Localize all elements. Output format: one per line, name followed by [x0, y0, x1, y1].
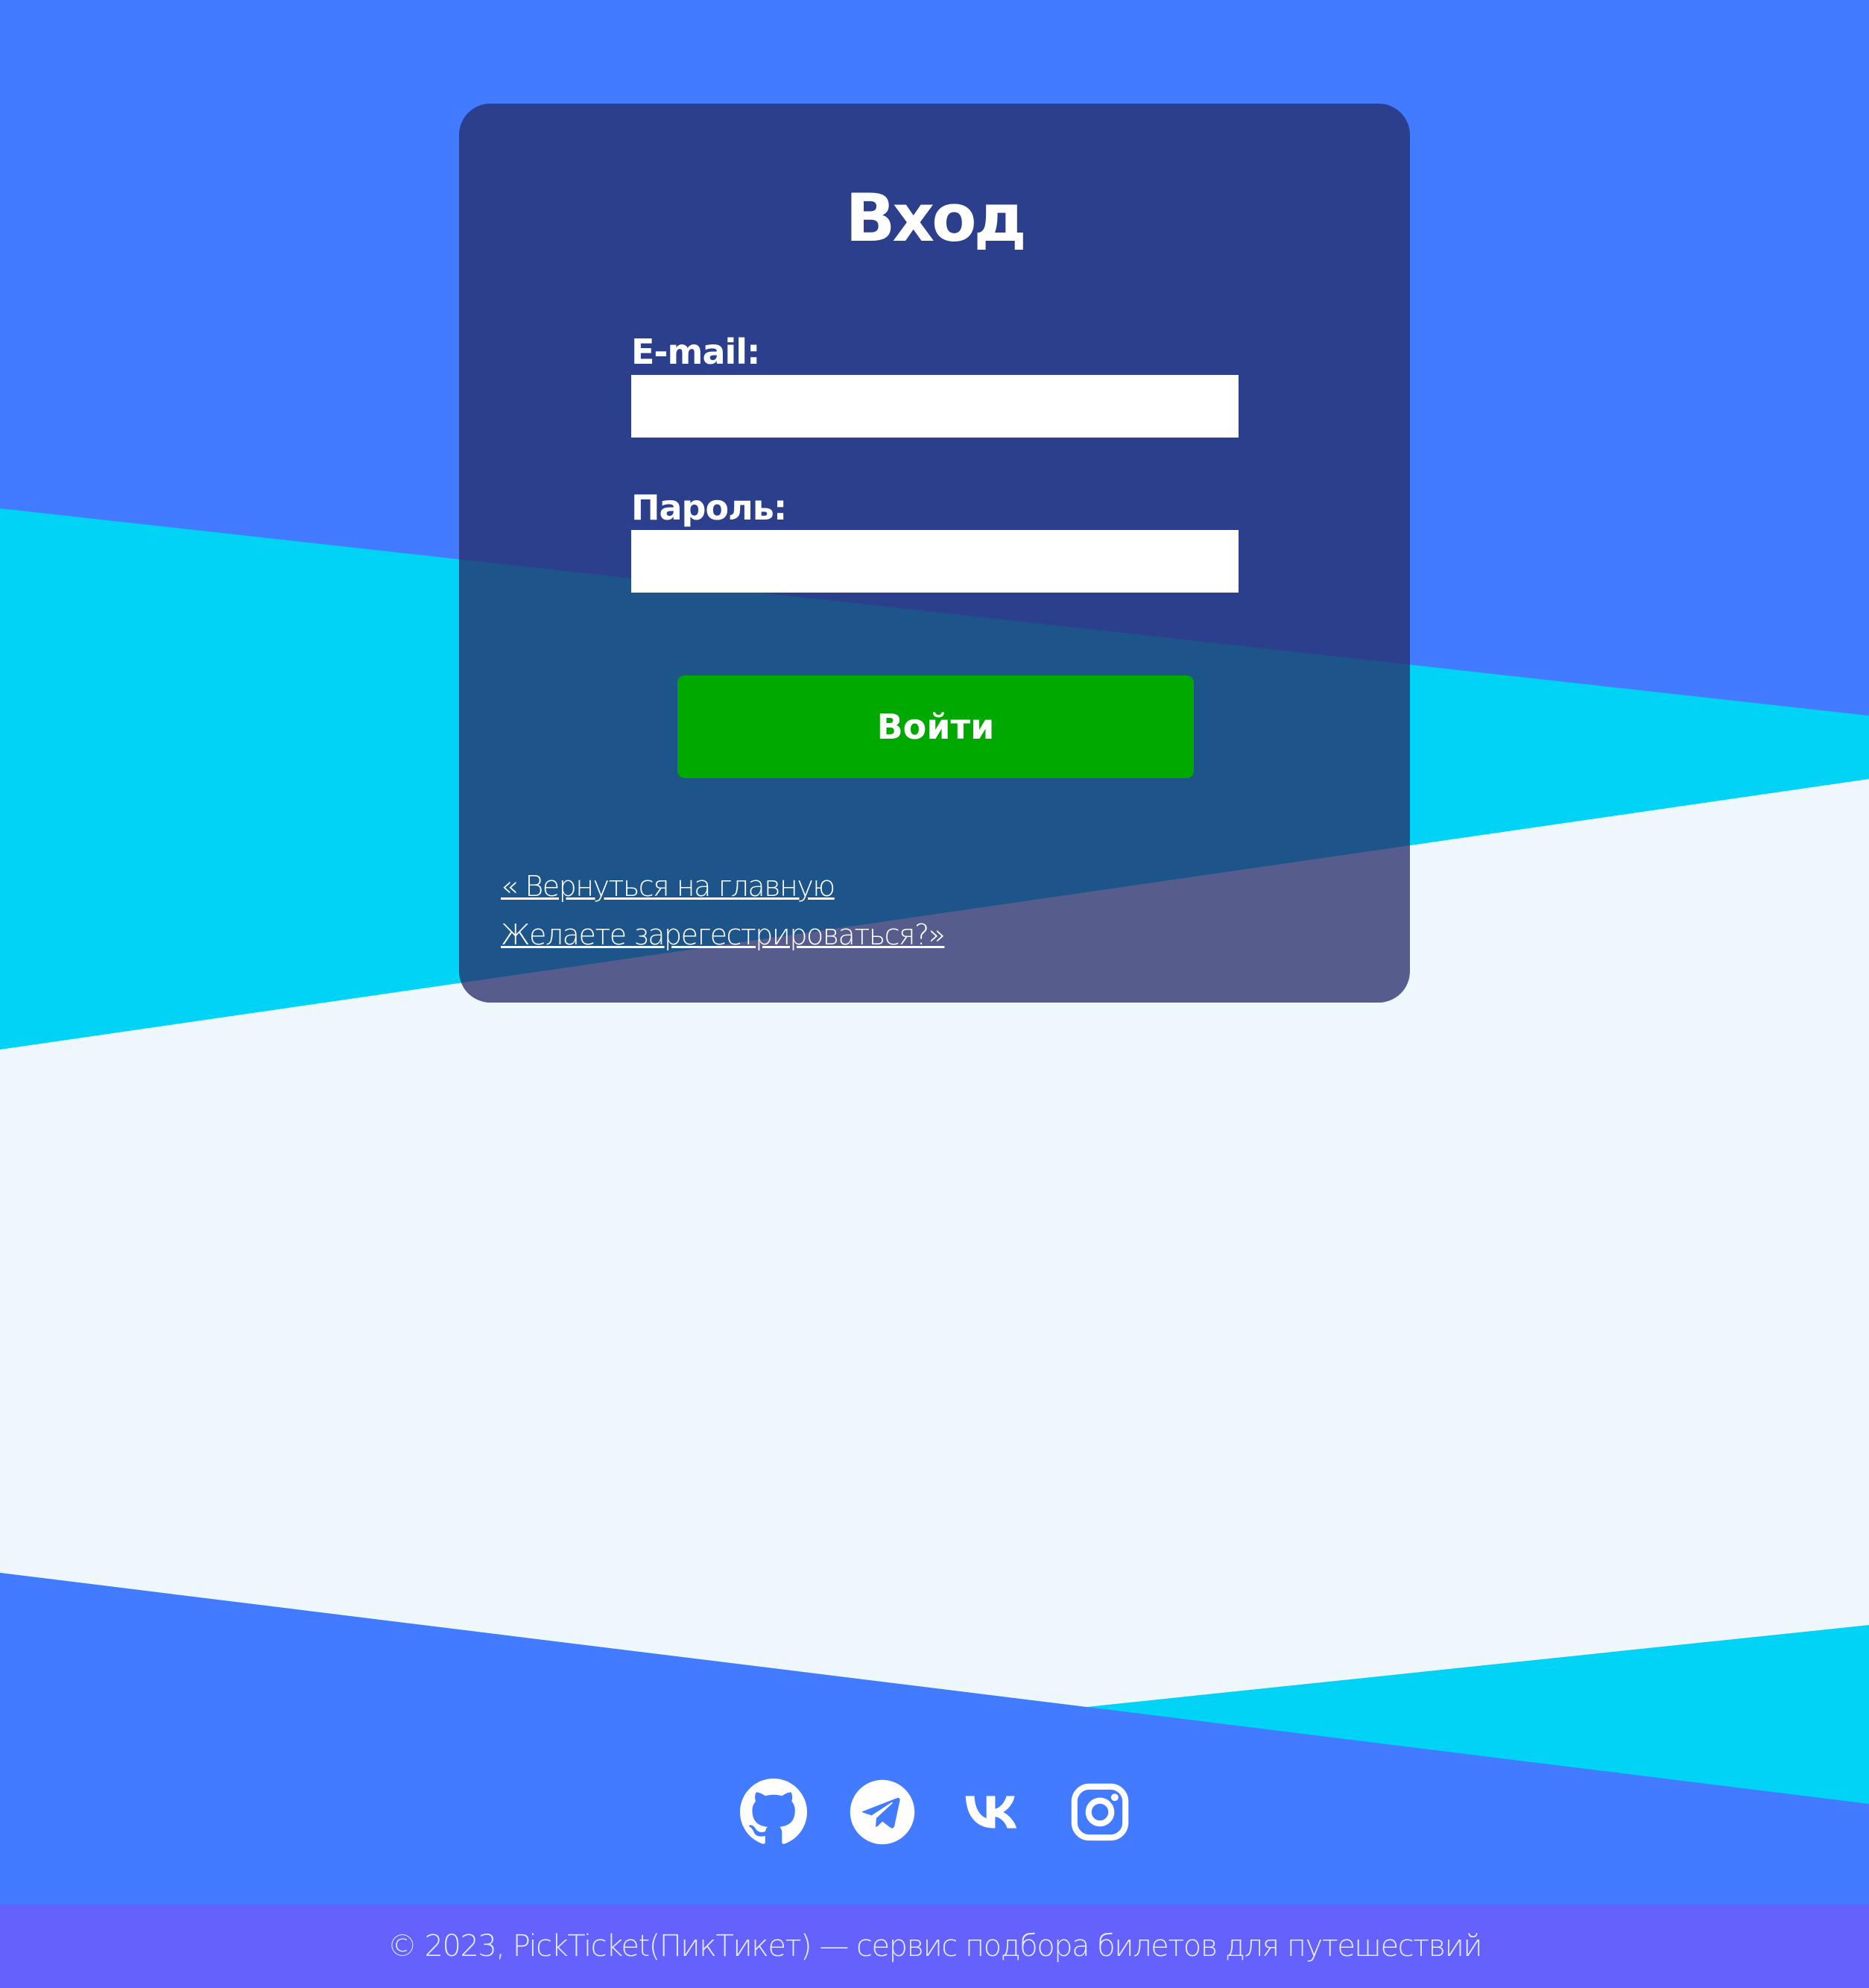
- github-link[interactable]: [740, 1779, 807, 1846]
- vk-link[interactable]: [958, 1779, 1025, 1846]
- password-label: Пароль:: [631, 487, 787, 528]
- back-to-home-link[interactable]: « Вернуться на главную: [501, 872, 835, 900]
- instagram-icon: [1071, 1783, 1129, 1841]
- login-button[interactable]: Войти: [677, 675, 1194, 778]
- social-links: [740, 1778, 1133, 1846]
- footer-copyright: © 2023, PickTicket(ПикТикет) — сервис по…: [387, 1929, 1483, 1963]
- instagram-link[interactable]: [1066, 1779, 1133, 1846]
- password-field[interactable]: [631, 530, 1239, 593]
- github-icon: [740, 1779, 807, 1844]
- vk-icon: [965, 1796, 1017, 1828]
- telegram-icon: [850, 1779, 915, 1845]
- register-link[interactable]: Желаете зарегестрироваться?»: [501, 921, 946, 949]
- footer: © 2023, PickTicket(ПикТикет) — сервис по…: [0, 1905, 1869, 1988]
- login-title: Вход: [845, 180, 1026, 256]
- email-label: E-mail:: [631, 332, 760, 372]
- email-field[interactable]: [631, 375, 1239, 438]
- telegram-link[interactable]: [849, 1779, 916, 1846]
- login-card: Вход E-mail: Пароль: Войти « Вернуться н…: [459, 104, 1410, 1003]
